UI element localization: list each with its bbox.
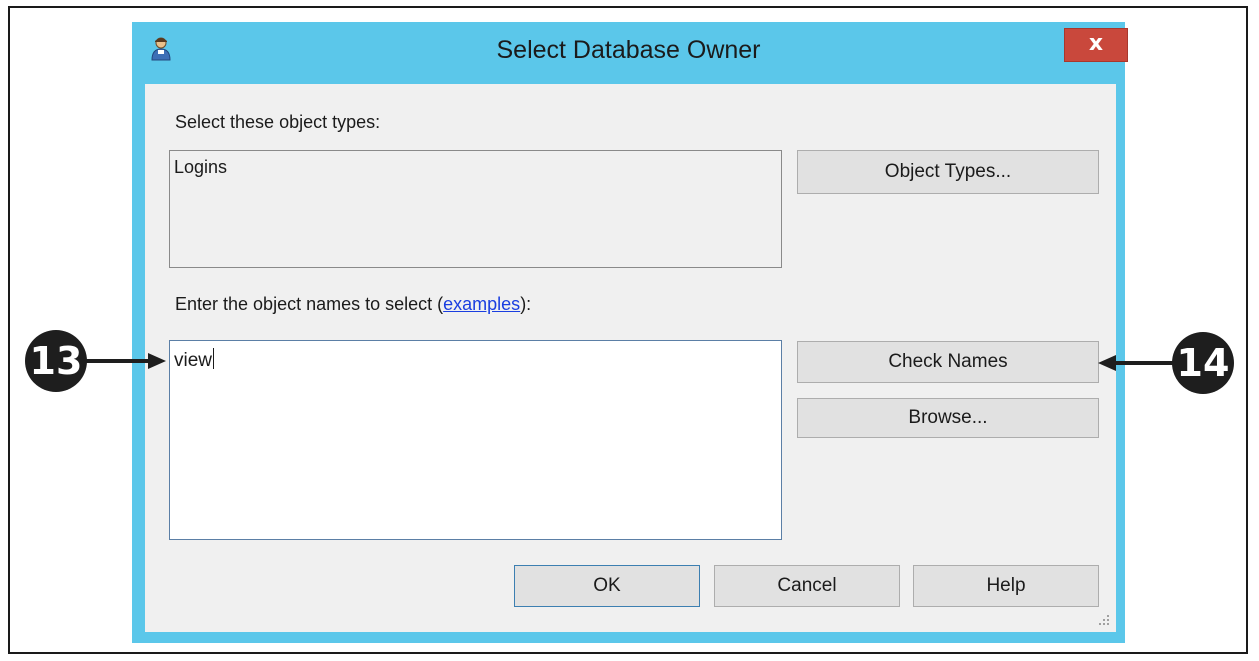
text-caret (213, 348, 215, 369)
dialog-body: Select these object types: Logins Object… (145, 84, 1116, 632)
ok-label: OK (593, 575, 621, 596)
close-icon: x (1088, 31, 1104, 56)
resize-grip-icon[interactable] (1098, 614, 1110, 626)
object-types-button[interactable]: Object Types... (797, 150, 1099, 194)
help-button[interactable]: Help (913, 565, 1099, 607)
examples-link[interactable]: examples (443, 294, 520, 314)
cancel-label: Cancel (777, 575, 837, 596)
check-names-label: Check Names (888, 351, 1008, 372)
title-bar[interactable]: Select Database Owner x (132, 22, 1128, 84)
callout-badge-14: 14 (1172, 332, 1234, 394)
check-names-button[interactable]: Check Names (797, 341, 1099, 383)
object-types-field: Logins (169, 150, 782, 268)
object-names-value: view (174, 350, 213, 371)
callout-arrow-14-icon (1098, 355, 1174, 371)
object-types-label: Select these object types: (175, 112, 381, 132)
help-label: Help (986, 575, 1026, 596)
object-names-input[interactable]: view (169, 340, 782, 540)
callout-badge-13: 13 (25, 330, 87, 392)
cancel-button[interactable]: Cancel (714, 565, 900, 607)
dialog-title: Select Database Owner (496, 36, 761, 64)
object-types-button-label: Object Types... (884, 161, 1012, 182)
dialog-window: Select Database Owner x Select these obj… (132, 22, 1128, 643)
object-names-label-prefix: Enter the object names to select ( (175, 294, 444, 314)
callout-13-number: 13 (29, 339, 83, 383)
object-types-value: Logins (174, 157, 228, 177)
object-names-label-suffix: ): (520, 294, 532, 314)
close-button[interactable]: x (1064, 28, 1128, 62)
browse-button[interactable]: Browse... (797, 398, 1099, 438)
callout-arrow-13-icon (86, 353, 166, 369)
callout-14-number: 14 (1176, 341, 1230, 385)
ok-button[interactable]: OK (514, 565, 700, 607)
object-names-label: Enter the object names to select (exampl… (175, 294, 531, 315)
browse-label: Browse... (908, 407, 988, 428)
